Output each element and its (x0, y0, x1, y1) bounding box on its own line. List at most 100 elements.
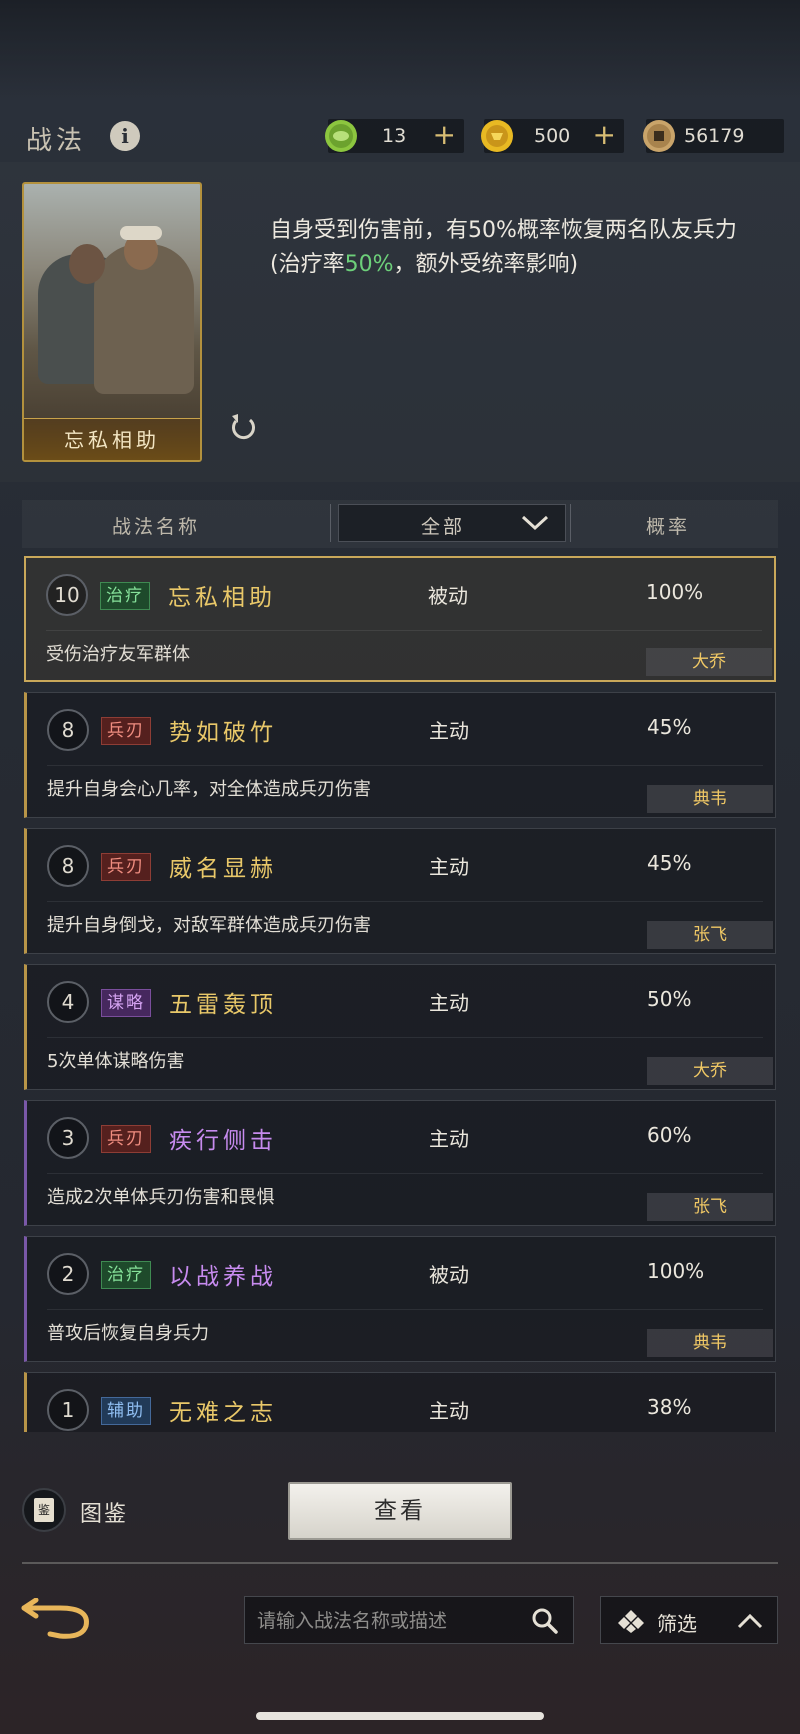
skill-name: 威名显赫 (169, 856, 277, 882)
skill-tag: 兵刃 (101, 717, 151, 745)
filter-label: 筛选 (657, 1612, 697, 1636)
skill-level: 8 (47, 709, 89, 751)
chevron-up-icon (737, 1613, 763, 1629)
book-icon: 鉴 (34, 1498, 54, 1522)
page-title: 战法 (26, 126, 87, 156)
skill-type: 主动 (429, 991, 469, 1015)
copper-coin-icon (643, 120, 675, 152)
skill-desc: 提升自身会心几率，对全体造成兵刃伤害 (47, 779, 371, 800)
skill-tag: 辅助 (101, 1397, 151, 1425)
skill-row[interactable]: 1 辅助 无难之志 主动 38% (24, 1372, 776, 1432)
skill-list[interactable]: 10 治疗 忘私相助 被动 100% 受伤治疗友军群体 大乔 8 兵刃 势如破竹… (22, 556, 778, 1432)
skill-name: 疾行侧击 (169, 1128, 277, 1154)
bottom-divider (22, 1562, 778, 1564)
skill-rate: 38% (647, 1395, 692, 1419)
row-divider (46, 630, 762, 631)
desc-text-2: ，额外受统率影响) (393, 252, 579, 277)
skill-tag: 兵刃 (101, 1125, 151, 1153)
top-shade (0, 0, 800, 100)
skill-owner: 大乔 (646, 648, 772, 676)
skill-type: 主动 (429, 719, 469, 743)
gold-count: 500 (534, 125, 571, 147)
skill-row[interactable]: 4 谋略 五雷轰顶 主动 50% 5次单体谋略伤害 大乔 (24, 964, 776, 1090)
skill-type: 主动 (429, 1127, 469, 1151)
skill-desc: 5次单体谋略伤害 (47, 1051, 185, 1072)
codex-label[interactable]: 图鉴 (80, 1496, 128, 1528)
card-art-headband (120, 226, 162, 240)
skill-level: 1 (47, 1389, 89, 1431)
skill-tag: 兵刃 (101, 853, 151, 881)
search-box[interactable] (244, 1596, 574, 1644)
back-arrow-icon[interactable] (20, 1598, 94, 1642)
skill-desc: 造成2次单体兵刃伤害和畏惧 (47, 1187, 275, 1208)
row-divider (47, 1309, 763, 1310)
skill-level: 3 (47, 1117, 89, 1159)
row-divider (47, 1173, 763, 1174)
skill-rate: 45% (647, 715, 692, 739)
skill-name: 五雷轰顶 (169, 992, 277, 1018)
skill-card[interactable]: 忘私相助 (22, 182, 202, 462)
skill-owner: 张飞 (647, 921, 773, 949)
skill-desc: 提升自身倒戈，对敌军群体造成兵刃伤害 (47, 915, 371, 936)
add-gold-button[interactable]: + (593, 119, 616, 151)
skill-row[interactable]: 8 兵刃 威名显赫 主动 45% 提升自身倒戈，对敌军群体造成兵刃伤害 张飞 (24, 828, 776, 954)
skill-owner: 典韦 (647, 1329, 773, 1357)
skill-rate: 50% (647, 987, 692, 1011)
column-skill-name: 战法名称 (112, 516, 201, 538)
add-jade-button[interactable]: + (433, 119, 456, 151)
skill-type: 主动 (429, 855, 469, 879)
filter-button[interactable]: 筛选 (600, 1596, 778, 1644)
skill-name: 忘私相助 (168, 585, 276, 611)
skill-rate: 100% (646, 580, 704, 604)
skill-tag: 治疗 (100, 582, 150, 610)
list-header: 战法名称 全部 概率 (22, 500, 778, 548)
currency-jade: 13 + (325, 119, 464, 153)
skill-name: 以战养战 (169, 1264, 277, 1290)
skill-level: 8 (47, 845, 89, 887)
skill-level: 10 (46, 574, 88, 616)
codex-button[interactable]: 鉴 (22, 1488, 66, 1532)
skill-level: 2 (47, 1253, 89, 1295)
skill-type: 主动 (429, 1399, 469, 1423)
header-divider (570, 504, 571, 542)
skill-tag: 治疗 (101, 1261, 151, 1289)
skill-level: 4 (47, 981, 89, 1023)
skill-desc: 受伤治疗友军群体 (46, 644, 190, 665)
skill-row[interactable]: 8 兵刃 势如破竹 主动 45% 提升自身会心几率，对全体造成兵刃伤害 典韦 (24, 692, 776, 818)
skill-rate: 100% (647, 1259, 705, 1283)
skill-owner: 大乔 (647, 1057, 773, 1085)
skill-type: 被动 (429, 1263, 469, 1287)
jade-coin-icon (325, 120, 357, 152)
type-filter-dropdown[interactable]: 全部 (338, 504, 566, 542)
card-art-head-left (69, 244, 105, 284)
search-input[interactable] (257, 1606, 517, 1636)
view-button[interactable]: 查看 (288, 1482, 512, 1540)
filter-value: 全部 (421, 516, 466, 538)
desc-heal-rate: 50% (344, 252, 394, 277)
header-bar: 战法 i 13 + 500 + 56179 (0, 112, 800, 162)
skill-row[interactable]: 3 兵刃 疾行侧击 主动 60% 造成2次单体兵刃伤害和畏惧 张飞 (24, 1100, 776, 1226)
home-indicator[interactable] (256, 1712, 544, 1720)
card-name: 忘私相助 (24, 418, 200, 460)
reset-icon[interactable] (226, 410, 260, 444)
row-divider (47, 765, 763, 766)
copper-count: 56179 (684, 125, 745, 147)
skill-type: 被动 (428, 584, 468, 608)
info-icon[interactable]: i (110, 121, 140, 151)
skill-name: 势如破竹 (169, 720, 277, 746)
header-divider (330, 504, 331, 542)
gold-coin-icon (481, 120, 513, 152)
skill-description: 自身受到伤害前，有50%概率恢复两名队友兵力(治疗率50%，额外受统率影响) (270, 214, 740, 282)
skill-row-selected[interactable]: 10 治疗 忘私相助 被动 100% 受伤治疗友军群体 大乔 (24, 556, 776, 682)
skill-tag: 谋略 (101, 989, 151, 1017)
skill-row[interactable]: 2 治疗 以战养战 被动 100% 普攻后恢复自身兵力 典韦 (24, 1236, 776, 1362)
currency-copper: 56179 (643, 119, 784, 153)
currency-gold: 500 + (481, 119, 624, 153)
search-icon[interactable] (531, 1607, 559, 1635)
column-rate: 概率 (646, 516, 691, 538)
filter-icon (618, 1610, 644, 1633)
row-divider (47, 901, 763, 902)
skill-rate: 45% (647, 851, 692, 875)
skill-desc: 普攻后恢复自身兵力 (47, 1323, 209, 1344)
skill-name: 无难之志 (169, 1400, 277, 1426)
